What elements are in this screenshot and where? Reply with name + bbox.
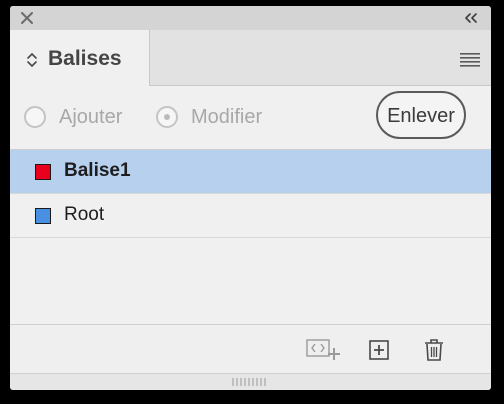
collapse-panel-icon[interactable] bbox=[461, 10, 483, 26]
tag-row-balise1[interactable]: Balise1 bbox=[10, 150, 491, 194]
remove-button[interactable]: Enlever bbox=[376, 91, 466, 139]
tag-label: Root bbox=[64, 204, 105, 225]
tag-list: Balise1 Root bbox=[10, 150, 491, 324]
up-down-arrows-icon bbox=[27, 53, 37, 67]
mode-controls: Ajouter Modifier Enlever bbox=[10, 87, 491, 150]
radio-modifier[interactable]: Modifier bbox=[156, 106, 296, 130]
tab-label: Balises bbox=[48, 47, 122, 70]
close-icon[interactable] bbox=[19, 10, 35, 26]
tag-row-root[interactable]: Root bbox=[10, 194, 491, 238]
radio-button[interactable] bbox=[24, 106, 46, 128]
radio-ajouter[interactable]: Ajouter bbox=[24, 106, 154, 130]
tag-color-swatch bbox=[35, 164, 51, 180]
trash-icon[interactable] bbox=[422, 338, 446, 362]
resize-handle[interactable] bbox=[10, 373, 491, 390]
new-tag-from-selection-icon[interactable] bbox=[306, 338, 342, 362]
tag-label: Balise1 bbox=[64, 160, 131, 181]
tab-balises[interactable]: Balises bbox=[10, 30, 150, 86]
radio-label-modifier: Modifier bbox=[191, 106, 263, 128]
tab-bar: Balises bbox=[10, 30, 491, 86]
radio-button[interactable] bbox=[156, 106, 178, 128]
panel-footer bbox=[10, 324, 491, 375]
tag-color-swatch bbox=[35, 208, 51, 224]
radio-label-ajouter: Ajouter bbox=[59, 106, 123, 128]
tags-panel: Balises Ajouter Modifier Enlever Balise1 bbox=[10, 6, 491, 390]
panel-menu-icon[interactable] bbox=[460, 53, 480, 67]
grip-icon bbox=[232, 378, 266, 386]
panel-titlebar bbox=[10, 6, 491, 30]
radio-selected-dot bbox=[164, 114, 170, 120]
add-tag-icon[interactable] bbox=[368, 338, 392, 362]
